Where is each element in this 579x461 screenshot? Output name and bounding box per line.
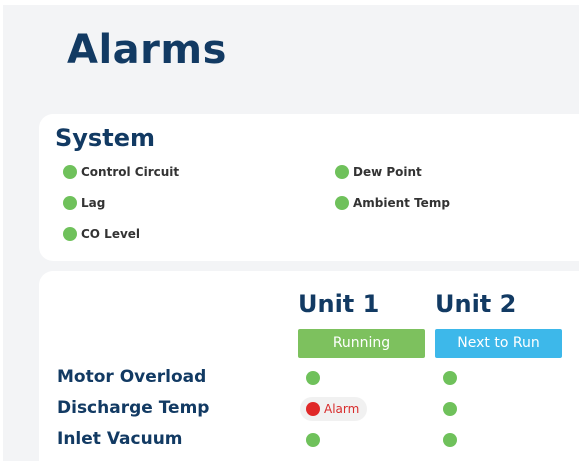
alarm-row-label-motor-overload: Motor Overload [57, 367, 207, 387]
page-title: Alarms [67, 27, 227, 73]
system-title: System [55, 124, 155, 152]
unit-1-inlet-vacuum-ok-icon [306, 433, 320, 447]
unit-1-header: Unit 1 [298, 290, 380, 318]
system-status-label: Ambient Temp [353, 196, 450, 210]
status-ok-icon [63, 227, 77, 241]
status-ok-icon [335, 165, 349, 179]
unit-2-header: Unit 2 [435, 290, 517, 318]
unit-1-status-badge: Running [298, 329, 425, 358]
system-status-co-level: CO Level [63, 227, 140, 241]
status-ok-icon [63, 196, 77, 210]
unit-2-inlet-vacuum-ok-icon [443, 433, 457, 447]
status-ok-icon [63, 165, 77, 179]
status-ok-icon [335, 196, 349, 210]
alarm-row-label-discharge-temp: Discharge Temp [57, 398, 210, 418]
system-status-label: Dew Point [353, 165, 422, 179]
unit-panel: Unit 1 Unit 2 Running Next to Run Motor … [39, 271, 579, 461]
system-status-ambient-temp: Ambient Temp [335, 196, 450, 210]
system-status-lag: Lag [63, 196, 105, 210]
system-status-label: CO Level [81, 227, 141, 241]
unit-1-discharge-temp-alarm-badge: Alarm [300, 397, 368, 421]
unit-2-status-badge: Next to Run [435, 329, 562, 358]
unit-1-motor-overload-ok-icon [306, 371, 320, 385]
unit-2-discharge-temp-ok-icon [443, 402, 457, 416]
alarm-icon [306, 402, 320, 416]
system-panel: System Control Circuit Dew Point Lag Amb… [39, 114, 579, 261]
system-status-label: Lag [81, 196, 106, 210]
system-status-label: Control Circuit [81, 165, 180, 179]
unit-2-motor-overload-ok-icon [443, 371, 457, 385]
system-status-dew-point: Dew Point [335, 165, 422, 179]
system-status-control-circuit: Control Circuit [63, 165, 179, 179]
alarms-page: Alarms System Control Circuit Dew Point … [3, 5, 579, 461]
alarm-row-label-inlet-vacuum: Inlet Vacuum [57, 429, 183, 449]
alarm-badge-text: Alarm [324, 402, 360, 416]
